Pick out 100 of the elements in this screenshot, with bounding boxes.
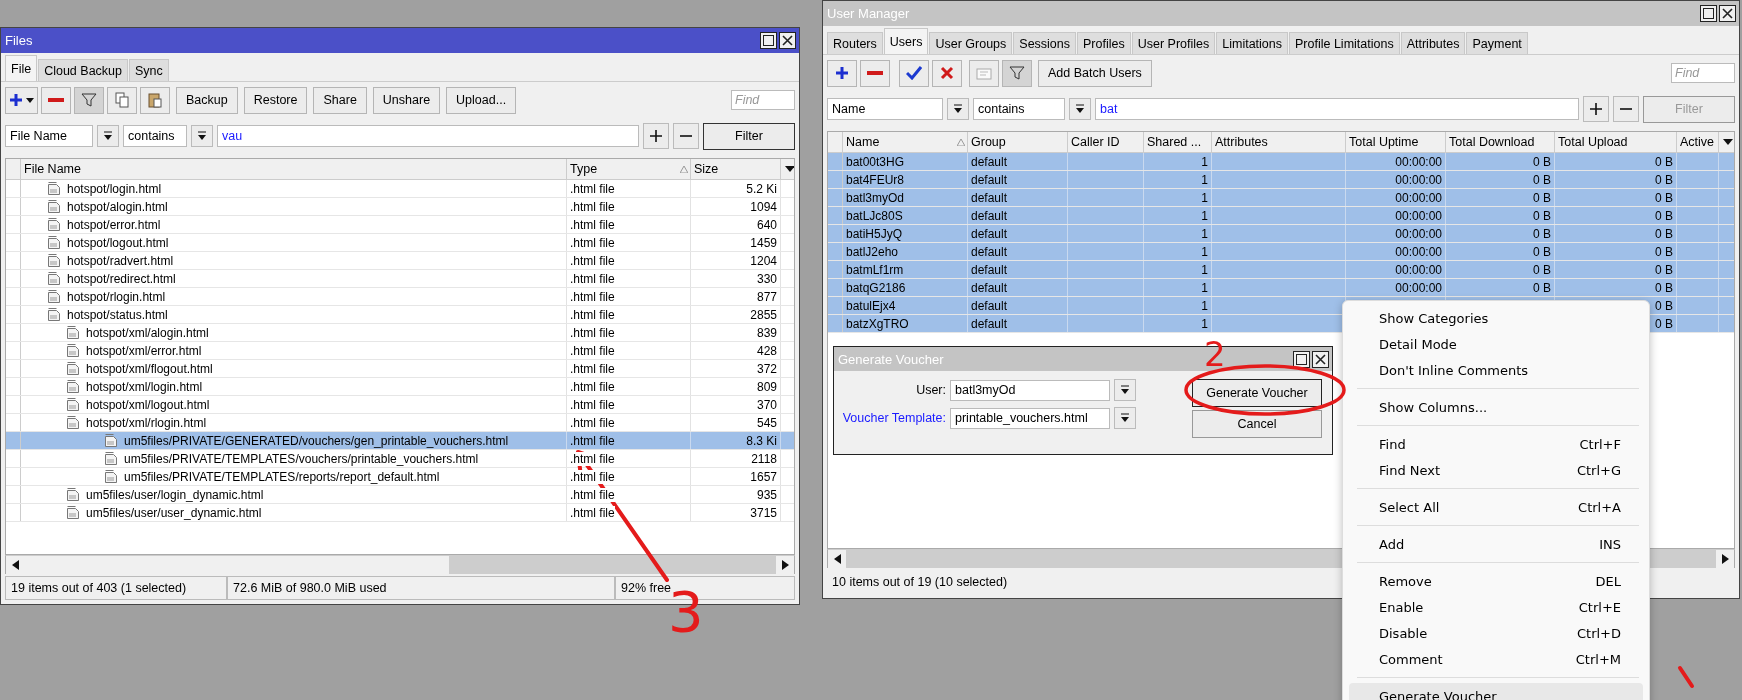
menu-item[interactable]: Remove DEL bbox=[1349, 568, 1643, 594]
table-row[interactable]: hotspot/xml/error.html .html file 428 bbox=[6, 342, 794, 360]
table-row[interactable]: um5files/user/user_dynamic.html .html file 3715 bbox=[6, 504, 794, 522]
column-header[interactable]: Active bbox=[1677, 132, 1719, 152]
table-row[interactable]: batlJ2eho default 1 00:00:00 0 B 0 B bbox=[828, 243, 1734, 261]
toolbar-button[interactable]: Unshare bbox=[372, 86, 441, 114]
menu-item[interactable]: Select All Ctrl+A bbox=[1349, 494, 1643, 520]
table-row[interactable]: hotspot/redirect.html .html file 330 bbox=[6, 270, 794, 288]
table-cell: 640 bbox=[691, 216, 781, 233]
file-name: um5files/PRIVATE/GENERATED/vouchers/gen_printable_vouchers.html bbox=[124, 433, 509, 448]
menu-label: Generate Voucher bbox=[1379, 688, 1498, 700]
table-row[interactable]: hotspot/radvert.html .html file 1204 bbox=[6, 252, 794, 270]
table-row[interactable]: batl3myOd default 1 00:00:00 0 B 0 B bbox=[828, 189, 1734, 207]
column-header[interactable]: Type bbox=[567, 159, 691, 179]
menu-item[interactable]: Find Ctrl+F bbox=[1349, 431, 1643, 457]
file-name: hotspot/xml/alogin.html bbox=[86, 325, 209, 340]
column-header[interactable]: File Name bbox=[21, 159, 567, 179]
table-row[interactable]: um5files/PRIVATE/TEMPLATES/reports/report_default.html .html file 1657 bbox=[6, 468, 794, 486]
table-cell: 2855 bbox=[691, 306, 781, 323]
toolbar-button[interactable]: Share bbox=[313, 86, 367, 114]
status-text: 10 items out of 19 (10 selected) bbox=[831, 574, 1009, 591]
column-header[interactable]: Group bbox=[968, 132, 1068, 152]
table-cell: .html file bbox=[570, 379, 615, 394]
filter-value-field[interactable]: vau bbox=[217, 125, 639, 147]
table-row[interactable]: hotspot/rlogin.html .html file 877 bbox=[6, 288, 794, 306]
tab[interactable]: Payment bbox=[1466, 32, 1528, 54]
tab[interactable]: Sessions bbox=[1013, 32, 1077, 54]
column-header[interactable]: Name bbox=[843, 132, 968, 152]
menu-label: Enable bbox=[1379, 599, 1425, 615]
menu-item[interactable]: Detail Mode bbox=[1349, 331, 1643, 357]
tab[interactable]: Routers bbox=[827, 32, 883, 54]
table-row[interactable]: um5files/PRIVATE/TEMPLATES/vouchers/printable_vouchers.html .html file 2118 bbox=[6, 450, 794, 468]
menu-item[interactable]: Generate Voucher bbox=[1349, 683, 1643, 700]
table-row[interactable]: um5files/user/login_dynamic.html .html file 935 bbox=[6, 486, 794, 504]
table-cell: default bbox=[968, 171, 1068, 188]
file-name: hotspot/login.html bbox=[67, 181, 162, 196]
column-header[interactable]: Total Uptime bbox=[1346, 132, 1446, 152]
table-cell: 8.3 Ki bbox=[691, 432, 781, 449]
menu-item[interactable]: Comment Ctrl+M bbox=[1349, 646, 1643, 672]
table-row[interactable]: hotspot/status.html .html file 2855 bbox=[6, 306, 794, 324]
column-header[interactable]: Attributes bbox=[1212, 132, 1346, 152]
find-field[interactable]: Find bbox=[731, 90, 795, 110]
find-field[interactable]: Find bbox=[1671, 63, 1735, 83]
dialog-button[interactable]: Cancel bbox=[1192, 410, 1322, 438]
tab[interactable]: Cloud Backup bbox=[38, 59, 128, 81]
table-row[interactable]: bat4FEUr8 default 1 00:00:00 0 B 0 B bbox=[828, 171, 1734, 189]
menu-item[interactable]: Don't Inline Comments bbox=[1349, 357, 1643, 383]
table-row[interactable]: hotspot/xml/flogout.html .html file 372 bbox=[6, 360, 794, 378]
tab[interactable]: Profiles bbox=[1077, 32, 1131, 54]
toolbar-button[interactable]: Add Batch Users bbox=[1038, 59, 1152, 87]
toolbar-button[interactable]: Restore bbox=[243, 86, 308, 114]
field-link[interactable]: Voucher Template: bbox=[834, 411, 946, 425]
table-row[interactable]: hotspot/xml/login.html .html file 809 bbox=[6, 378, 794, 396]
menu-item[interactable]: Add INS bbox=[1349, 531, 1643, 557]
table-row[interactable]: batiH5JyQ default 1 00:00:00 0 B 0 B bbox=[828, 225, 1734, 243]
table-cell: default bbox=[968, 153, 1068, 170]
table-cell: .html file bbox=[570, 343, 615, 358]
column-header[interactable]: Caller ID bbox=[1068, 132, 1144, 152]
toolbar-button[interactable]: Backup bbox=[176, 86, 238, 114]
table-row[interactable]: hotspot/xml/logout.html .html file 370 bbox=[6, 396, 794, 414]
table-row[interactable]: hotspot/xml/alogin.html .html file 839 bbox=[6, 324, 794, 342]
tab[interactable]: Attributes bbox=[1400, 32, 1466, 54]
table-cell: 1 bbox=[1144, 225, 1212, 242]
menu-item[interactable]: Disable Ctrl+D bbox=[1349, 620, 1643, 646]
select-field[interactable]: batl3myOd bbox=[950, 379, 1110, 401]
tab[interactable]: File bbox=[5, 55, 38, 81]
menu-item[interactable]: Find Next Ctrl+G bbox=[1349, 457, 1643, 483]
table-row[interactable]: hotspot/alogin.html .html file 1094 bbox=[6, 198, 794, 216]
tab[interactable]: Users bbox=[883, 28, 929, 54]
column-header[interactable]: Size bbox=[691, 159, 781, 179]
table-row[interactable]: batmLf1rm default 1 00:00:00 0 B 0 B bbox=[828, 261, 1734, 279]
table-row[interactable]: bat00t3HG default 1 00:00:00 0 B 0 B bbox=[828, 153, 1734, 171]
tab[interactable]: User Profiles bbox=[1131, 32, 1216, 54]
table-cell: 0 B bbox=[1446, 225, 1555, 242]
dialog-button[interactable]: Generate Voucher bbox=[1192, 379, 1322, 407]
toolbar-button[interactable]: Upload... bbox=[446, 86, 517, 114]
table-row[interactable]: hotspot/login.html .html file 5.2 Ki bbox=[6, 180, 794, 198]
column-header[interactable]: Shared ... bbox=[1144, 132, 1212, 152]
select-field[interactable]: printable_vouchers.html bbox=[950, 407, 1110, 429]
tab[interactable]: User Groups bbox=[929, 32, 1013, 54]
table-row[interactable]: hotspot/error.html .html file 640 bbox=[6, 216, 794, 234]
table-row[interactable]: um5files/PRIVATE/GENERATED/vouchers/gen_printable_vouchers.html .html file 8.3 Ki bbox=[6, 432, 794, 450]
table-cell: .html file bbox=[570, 361, 615, 376]
tab[interactable]: Sync bbox=[129, 59, 169, 81]
table-row[interactable]: batLJc80S default 1 00:00:00 0 B 0 B bbox=[828, 207, 1734, 225]
table-cell: 1 bbox=[1144, 261, 1212, 278]
field-select[interactable]: File Name bbox=[5, 125, 93, 147]
column-header[interactable]: Total Upload bbox=[1555, 132, 1677, 152]
table-cell: 0 B bbox=[1555, 171, 1677, 188]
tab[interactable]: Limitations bbox=[1216, 32, 1288, 54]
table-row[interactable]: batqG2186 default 1 00:00:00 0 B 0 B bbox=[828, 279, 1734, 297]
column-header[interactable]: Total Download bbox=[1446, 132, 1555, 152]
operator-select[interactable]: contains bbox=[123, 125, 187, 147]
table-row[interactable]: hotspot/logout.html .html file 1459 bbox=[6, 234, 794, 252]
filter-button[interactable]: Filter bbox=[703, 122, 795, 150]
tab[interactable]: Profile Limitations bbox=[1289, 32, 1400, 54]
menu-item[interactable]: Show Columns... bbox=[1349, 394, 1643, 420]
table-cell: 809 bbox=[691, 378, 781, 395]
table-cell: 372 bbox=[691, 360, 781, 377]
menu-item[interactable]: Enable Ctrl+E bbox=[1349, 594, 1643, 620]
